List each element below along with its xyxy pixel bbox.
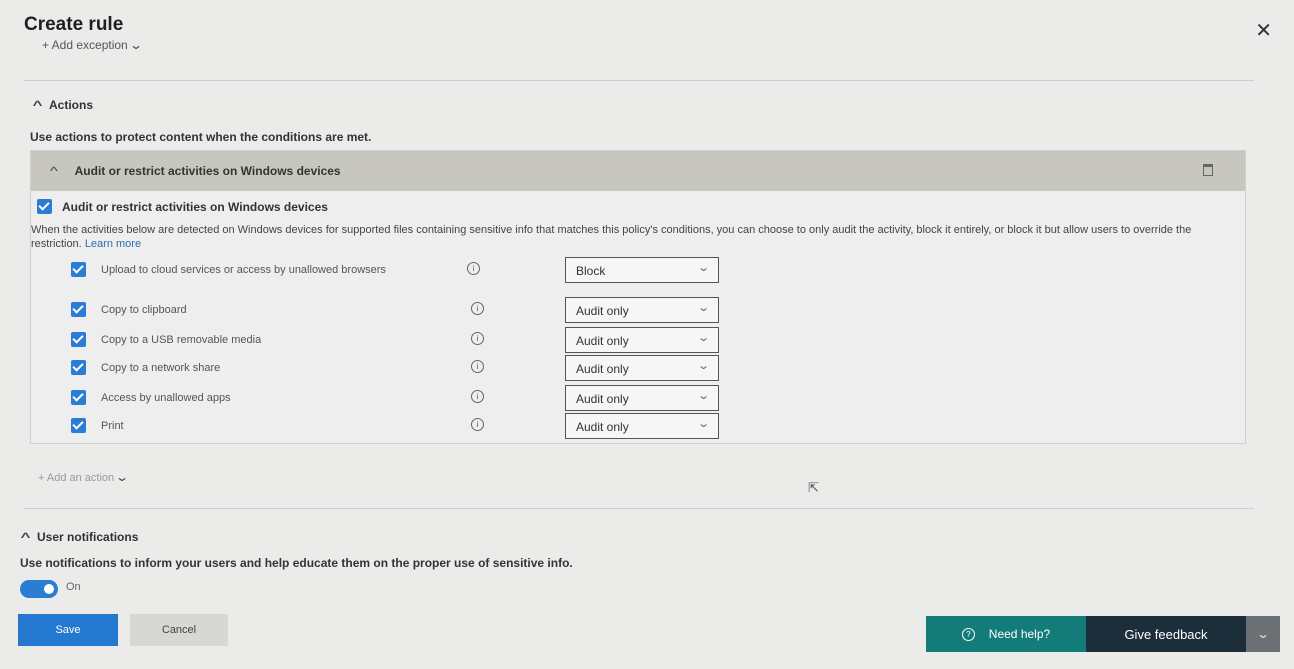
activity-row: Print i Audit only ⌄	[71, 413, 731, 445]
activity-label: Upload to cloud services or access by un…	[101, 264, 386, 276]
toggle-label: On	[66, 581, 81, 593]
delete-icon[interactable]	[1203, 164, 1213, 176]
select-value: Audit only	[576, 304, 629, 318]
learn-more-link[interactable]: Learn more	[85, 238, 141, 250]
user-notifications-heading: User notifications	[37, 530, 139, 544]
chevron-down-icon: ⌄	[696, 262, 710, 274]
select-value: Audit only	[576, 362, 629, 376]
actions-section-toggle[interactable]: ^ Actions	[32, 98, 94, 112]
action-card: ^ Audit or restrict activities on Window…	[30, 150, 1246, 444]
add-exception-button[interactable]: + Add exception ⌄	[42, 38, 144, 52]
main-checkbox-row: Audit or restrict activities on Windows …	[37, 199, 328, 214]
activity-row: Copy to a network share i Audit only ⌄	[71, 355, 731, 387]
activity-label: Copy to a network share	[101, 362, 221, 374]
chevron-down-icon: ⌄	[696, 390, 710, 402]
give-feedback-button[interactable]: Give feedback	[1086, 616, 1246, 652]
select-value: Audit only	[576, 420, 629, 434]
activity-select[interactable]: Audit only ⌄	[565, 385, 719, 411]
actions-heading: Actions	[49, 98, 94, 112]
save-button[interactable]: Save	[18, 614, 118, 646]
chevron-down-icon[interactable]: ⌄	[1246, 616, 1280, 652]
divider	[24, 508, 1254, 509]
actions-description: Use actions to protect content when the …	[30, 130, 372, 144]
activity-label: Copy to a USB removable media	[101, 334, 262, 346]
activity-checkbox[interactable]	[71, 302, 86, 317]
chevron-up-icon: ^	[20, 530, 31, 544]
cancel-button[interactable]: Cancel	[130, 614, 228, 646]
activity-label: Copy to clipboard	[101, 304, 187, 316]
need-help-button[interactable]: ? Need help?	[926, 616, 1086, 652]
activity-checkbox[interactable]	[71, 262, 86, 277]
chevron-down-icon: ⌄	[129, 38, 144, 52]
info-icon[interactable]: i	[471, 360, 484, 373]
notifications-toggle[interactable]	[20, 580, 58, 598]
chevron-up-icon: ^	[49, 164, 58, 178]
mouse-pointer-icon: ⇱	[808, 480, 819, 495]
action-card-title: Audit or restrict activities on Windows …	[74, 164, 341, 178]
chevron-down-icon: ⌄	[696, 418, 710, 430]
info-icon[interactable]: i	[471, 332, 484, 345]
activity-select[interactable]: Audit only ⌄	[565, 413, 719, 439]
chevron-down-icon: ⌄	[696, 332, 710, 344]
activity-label: Access by unallowed apps	[101, 392, 231, 404]
activity-checkbox[interactable]	[71, 418, 86, 433]
need-help-label: Need help?	[988, 627, 1051, 641]
info-icon[interactable]: i	[471, 302, 484, 315]
chevron-down-icon: ⌄	[696, 360, 710, 372]
user-notifications-description: Use notifications to inform your users a…	[20, 556, 573, 570]
main-checkbox-label: Audit or restrict activities on Windows …	[62, 199, 328, 214]
add-action-button[interactable]: + Add an action ⌄	[38, 470, 130, 484]
chevron-down-icon: ⌄	[115, 470, 130, 484]
user-notifications-toggle[interactable]: ^ User notifications	[20, 530, 139, 544]
activity-select[interactable]: Audit only ⌄	[565, 297, 719, 323]
close-icon[interactable]: ✕	[1255, 18, 1272, 43]
activity-select[interactable]: Audit only ⌄	[565, 327, 719, 353]
add-action-label: + Add an action	[38, 472, 115, 484]
activity-row: Upload to cloud services or access by un…	[71, 257, 731, 289]
select-value: Audit only	[576, 392, 629, 406]
activity-checkbox[interactable]	[71, 332, 86, 347]
activity-select[interactable]: Audit only ⌄	[565, 355, 719, 381]
action-card-header[interactable]: ^ Audit or restrict activities on Window…	[31, 151, 1245, 191]
select-value: Block	[576, 264, 606, 278]
info-icon[interactable]: i	[471, 390, 484, 403]
activity-select[interactable]: Block ⌄	[565, 257, 719, 283]
info-icon[interactable]: i	[471, 418, 484, 431]
chevron-up-icon: ^	[32, 98, 43, 112]
activity-checkbox[interactable]	[71, 390, 86, 405]
card-description-text: When the activities below are detected o…	[31, 224, 1192, 250]
add-exception-label: + Add exception	[42, 38, 128, 52]
main-checkbox[interactable]	[37, 199, 52, 214]
page-title: Create rule	[24, 14, 124, 35]
divider	[24, 80, 1254, 81]
create-rule-panel: Create rule ✕ + Add exception ⌄ ^ Action…	[0, 0, 1294, 669]
chevron-down-icon: ⌄	[696, 302, 710, 314]
action-card-description: When the activities below are detected o…	[31, 223, 1221, 251]
select-value: Audit only	[576, 334, 629, 348]
activity-checkbox[interactable]	[71, 360, 86, 375]
info-icon[interactable]: i	[467, 262, 480, 275]
activity-label: Print	[101, 420, 124, 432]
activity-row: Copy to clipboard i Audit only ⌄	[71, 297, 731, 329]
help-icon: ?	[961, 627, 975, 641]
